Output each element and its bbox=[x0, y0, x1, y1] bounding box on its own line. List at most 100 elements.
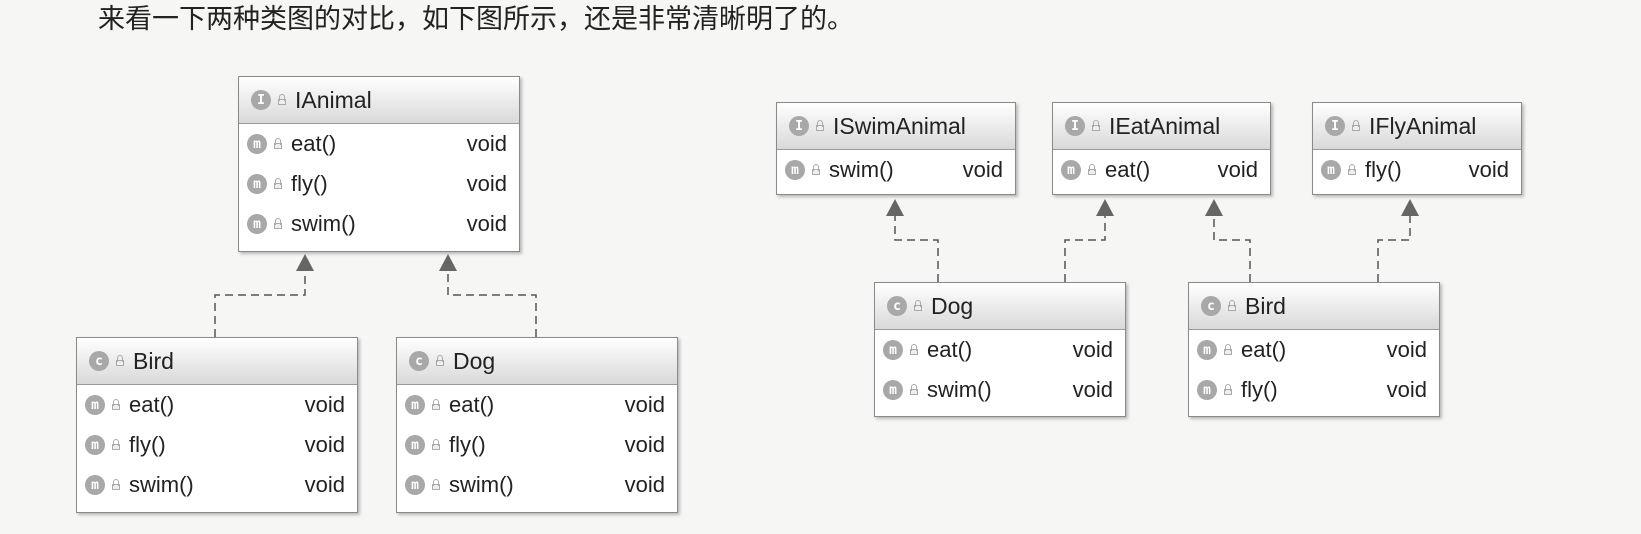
class-icon: c bbox=[409, 351, 429, 371]
lock-icon bbox=[815, 120, 825, 132]
lock-icon bbox=[1227, 300, 1237, 312]
method-row: m fly() void bbox=[77, 425, 357, 465]
method-return-type: void bbox=[466, 211, 507, 236]
uml-class-bird-right[interactable]: c Bird m eat() void m fly() void bbox=[1188, 282, 1440, 417]
lock-icon bbox=[273, 138, 283, 150]
lock-icon bbox=[111, 399, 121, 411]
method-name: eat() bbox=[449, 392, 495, 417]
method-row: m fly() void bbox=[239, 164, 519, 204]
uml-interface-iflyanimal[interactable]: I IFlyAnimal m fly() void bbox=[1312, 102, 1522, 195]
method-icon: m bbox=[85, 435, 105, 455]
method-name: swim() bbox=[829, 157, 894, 182]
uml-interface-iswimanimal[interactable]: I ISwimAnimal m swim() void bbox=[776, 102, 1016, 195]
uml-header: I IAnimal bbox=[239, 77, 519, 124]
lock-icon bbox=[1347, 164, 1357, 176]
method-name: fly() bbox=[1241, 377, 1278, 402]
method-name: swim() bbox=[449, 472, 514, 497]
interface-name: IEatAnimal bbox=[1109, 112, 1221, 139]
lock-icon bbox=[273, 178, 283, 190]
method-return-type: void bbox=[624, 472, 665, 497]
method-row: m eat() void bbox=[1053, 150, 1270, 190]
lock-icon bbox=[1351, 120, 1361, 132]
method-icon: m bbox=[1061, 160, 1081, 180]
class-name: Dog bbox=[453, 347, 496, 374]
method-return-type: void bbox=[1072, 377, 1113, 402]
lock-icon bbox=[913, 300, 923, 312]
lock-icon bbox=[431, 399, 441, 411]
interface-name: IAnimal bbox=[295, 86, 372, 113]
uml-header: c Dog bbox=[397, 338, 677, 385]
method-name: swim() bbox=[129, 472, 194, 497]
method-name: eat() bbox=[927, 337, 973, 362]
method-icon: m bbox=[247, 214, 267, 234]
method-name: swim() bbox=[291, 211, 356, 236]
interface-icon: I bbox=[1325, 116, 1345, 136]
lock-icon bbox=[431, 439, 441, 451]
lock-icon bbox=[277, 94, 287, 106]
interface-name: IFlyAnimal bbox=[1369, 112, 1477, 139]
method-row: m eat() void bbox=[1189, 330, 1439, 370]
lock-icon bbox=[111, 439, 121, 451]
lock-icon bbox=[111, 479, 121, 491]
method-row: m swim() void bbox=[875, 370, 1125, 410]
class-name: Dog bbox=[931, 292, 974, 319]
method-return-type: void bbox=[1217, 157, 1258, 182]
method-return-type: void bbox=[624, 432, 665, 457]
method-return-type: void bbox=[962, 157, 1003, 182]
method-return-type: void bbox=[466, 171, 507, 196]
arrowhead-ianimal-left bbox=[296, 254, 314, 271]
method-icon: m bbox=[1197, 340, 1217, 360]
lock-icon bbox=[115, 355, 125, 367]
lock-icon bbox=[811, 164, 821, 176]
interface-name: ISwimAnimal bbox=[833, 112, 966, 139]
arrowhead-iflyanimal bbox=[1401, 199, 1419, 216]
uml-header: I IEatAnimal bbox=[1053, 103, 1270, 150]
uml-header: I IFlyAnimal bbox=[1313, 103, 1521, 150]
lock-icon bbox=[909, 384, 919, 396]
method-name: eat() bbox=[1241, 337, 1287, 362]
uml-interface-ieatanimal[interactable]: I IEatAnimal m eat() void bbox=[1052, 102, 1271, 195]
interface-icon: I bbox=[251, 90, 271, 110]
method-row: m fly() void bbox=[1313, 150, 1521, 190]
uml-header: I ISwimAnimal bbox=[777, 103, 1015, 150]
method-icon: m bbox=[247, 134, 267, 154]
method-icon: m bbox=[883, 380, 903, 400]
method-icon: m bbox=[1321, 160, 1341, 180]
lock-icon bbox=[1087, 164, 1097, 176]
uml-header: c Dog bbox=[875, 283, 1125, 330]
method-return-type: void bbox=[1386, 377, 1427, 402]
lock-icon bbox=[435, 355, 445, 367]
method-return-type: void bbox=[466, 131, 507, 156]
method-icon: m bbox=[785, 160, 805, 180]
uml-header: c Bird bbox=[77, 338, 357, 385]
lock-icon bbox=[273, 218, 283, 230]
method-row: m swim() void bbox=[777, 150, 1015, 190]
class-icon: c bbox=[89, 351, 109, 371]
method-return-type: void bbox=[1468, 157, 1509, 182]
class-name: Bird bbox=[1245, 292, 1286, 319]
method-icon: m bbox=[247, 174, 267, 194]
method-return-type: void bbox=[1072, 337, 1113, 362]
connector-bird-to-iflyanimal bbox=[1377, 211, 1411, 282]
uml-class-dog-left[interactable]: c Dog m eat() void m fly() void m swim()… bbox=[396, 337, 678, 513]
method-row: m eat() void bbox=[77, 385, 357, 425]
method-row: m fly() void bbox=[1189, 370, 1439, 410]
class-icon: c bbox=[887, 296, 907, 316]
uml-class-dog-right[interactable]: c Dog m eat() void m swim() void bbox=[874, 282, 1126, 417]
method-row: m swim() void bbox=[239, 204, 519, 244]
method-return-type: void bbox=[304, 392, 345, 417]
method-return-type: void bbox=[304, 472, 345, 497]
connector-bird-to-ieatanimal bbox=[1213, 211, 1251, 282]
connector-bird-to-ianimal bbox=[214, 266, 306, 337]
interface-icon: I bbox=[1065, 116, 1085, 136]
connector-dog-to-ieatanimal bbox=[1064, 211, 1106, 282]
interface-icon: I bbox=[789, 116, 809, 136]
method-row: m eat() void bbox=[875, 330, 1125, 370]
uml-interface-ianimal[interactable]: I IAnimal m eat() void m fly() void m sw… bbox=[238, 76, 520, 252]
uml-header: c Bird bbox=[1189, 283, 1439, 330]
method-return-type: void bbox=[1386, 337, 1427, 362]
method-name: fly() bbox=[291, 171, 328, 196]
method-icon: m bbox=[405, 435, 425, 455]
uml-class-bird-left[interactable]: c Bird m eat() void m fly() void m swim(… bbox=[76, 337, 358, 513]
method-icon: m bbox=[883, 340, 903, 360]
